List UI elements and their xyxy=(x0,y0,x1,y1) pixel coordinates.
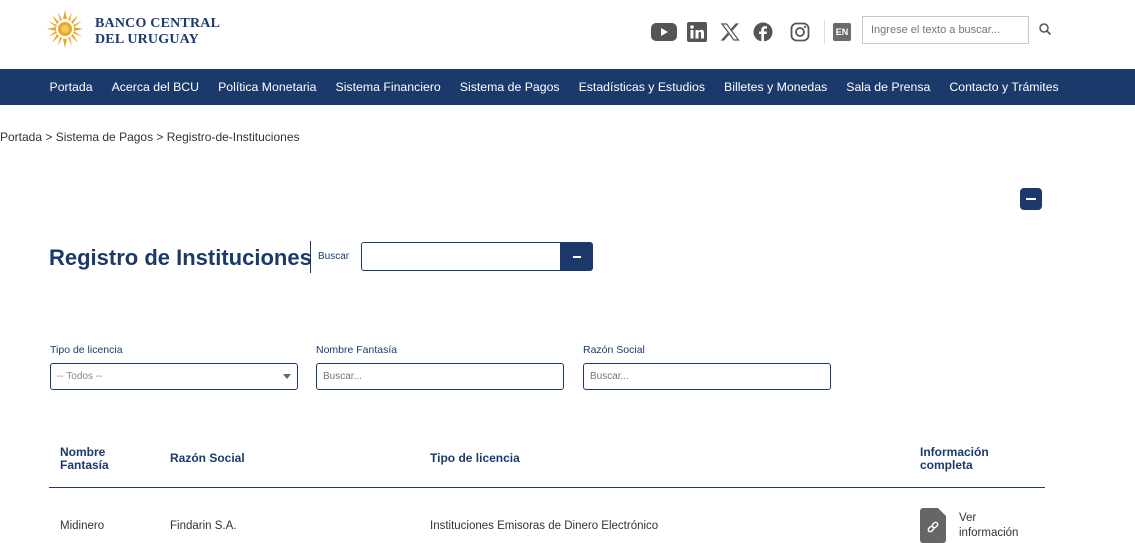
title-divider xyxy=(310,241,311,273)
header-nombre-line2: Fantasía xyxy=(60,458,109,472)
registro-search-input[interactable] xyxy=(361,242,561,271)
tipo-licencia-label: Tipo de licencia xyxy=(50,344,123,356)
tipo-licencia-select[interactable]: -- Todos -- xyxy=(50,363,298,390)
language-button[interactable]: EN xyxy=(833,23,851,41)
buscar-label: Buscar xyxy=(318,251,350,262)
table-header-divider xyxy=(49,487,1045,488)
instagram-icon[interactable] xyxy=(789,18,811,46)
header-info-line2: completa xyxy=(920,458,973,472)
nav-item-acerca[interactable]: Acerca del BCU xyxy=(102,80,208,94)
razon-social-input[interactable] xyxy=(583,363,831,390)
nav-item-sala-prensa[interactable]: Sala de Prensa xyxy=(837,80,940,94)
bcu-logo-icon[interactable] xyxy=(47,10,83,48)
nav-item-estadisticas[interactable]: Estadísticas y Estudios xyxy=(569,80,714,94)
search-icon[interactable] xyxy=(1038,22,1052,36)
tipo-licencia-value: -- Todos -- xyxy=(57,371,103,382)
cell-razon-social: Findarin S.A. xyxy=(170,520,237,532)
minus-icon xyxy=(572,255,581,258)
document-link-icon[interactable] xyxy=(920,508,946,543)
nav-item-contacto[interactable]: Contacto y Trámites xyxy=(940,80,1068,94)
nav-item-billetes[interactable]: Billetes y Monedas xyxy=(715,80,837,94)
chevron-down-icon xyxy=(283,374,291,379)
nombre-fantasia-label: Nombre Fantasía xyxy=(316,344,398,356)
nav-item-sistema-pagos[interactable]: Sistema de Pagos xyxy=(450,80,569,94)
ver-line2: información xyxy=(959,527,1019,539)
x-icon[interactable] xyxy=(719,18,741,46)
nav-item-portada[interactable]: Portada xyxy=(40,80,102,94)
header-divider xyxy=(824,20,825,44)
cell-nombre-fantasia: Midinero xyxy=(60,520,105,532)
collapse-button[interactable] xyxy=(1020,188,1042,210)
youtube-icon[interactable] xyxy=(650,18,678,46)
breadcrumb[interactable]: Portada > Sistema de Pagos > Registro-de… xyxy=(0,130,300,144)
ver-informacion-link[interactable]: Ver información xyxy=(959,511,1029,541)
nav-item-sistema-financiero[interactable]: Sistema Financiero xyxy=(326,80,450,94)
brand-line1: BANCO CENTRAL xyxy=(95,16,221,31)
nombre-fantasia-input[interactable] xyxy=(316,363,564,390)
site-search-input[interactable] xyxy=(862,16,1029,44)
brand-line2: DEL URUGUAY xyxy=(95,32,199,47)
page-title: Registro de Instituciones xyxy=(49,245,312,270)
main-nav: Portada Acerca del BCU Política Monetari… xyxy=(0,69,1135,105)
linkedin-icon[interactable] xyxy=(686,18,708,46)
site-header: BANCO CENTRAL DEL URUGUAY EN xyxy=(0,0,1135,68)
facebook-icon[interactable] xyxy=(752,18,774,46)
brand-name[interactable]: BANCO CENTRAL DEL URUGUAY xyxy=(95,16,220,48)
header-razon-social[interactable]: Razón Social xyxy=(170,452,245,465)
header-informacion-completa: Información completa xyxy=(920,446,989,472)
minus-icon xyxy=(1026,198,1036,200)
registro-search-button[interactable] xyxy=(560,242,593,271)
header-nombre-fantasia[interactable]: Nombre Fantasía xyxy=(60,446,109,472)
ver-line1: Ver xyxy=(959,512,977,524)
razon-social-label: Razón Social xyxy=(583,344,645,356)
header-tipo-licencia[interactable]: Tipo de licencia xyxy=(430,452,520,465)
nav-item-politica-monetaria[interactable]: Política Monetaria xyxy=(209,80,326,94)
cell-tipo-licencia: Instituciones Emisoras de Dinero Electró… xyxy=(430,520,659,532)
